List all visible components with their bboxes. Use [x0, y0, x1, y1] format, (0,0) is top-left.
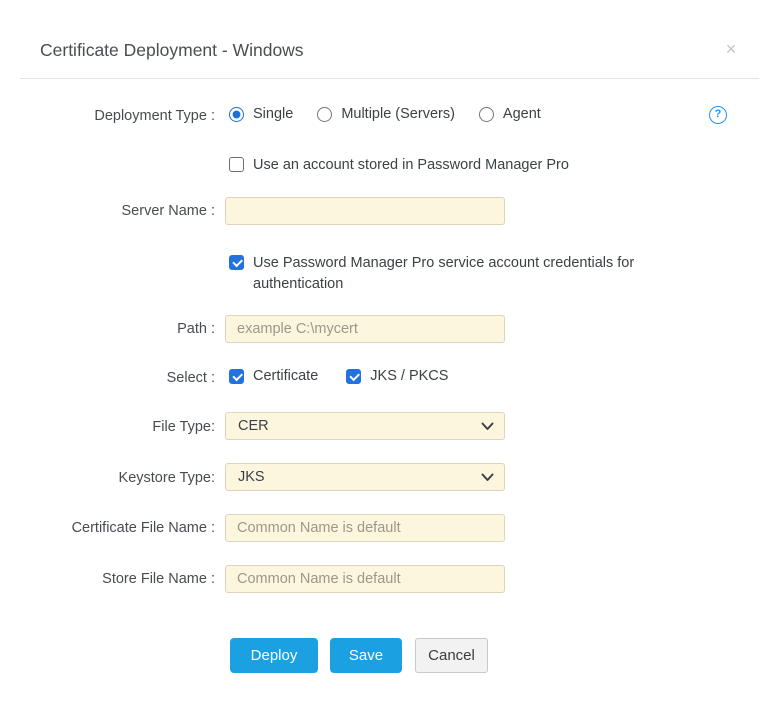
- checkbox-checked-icon[interactable]: [229, 369, 244, 384]
- radio-selected-icon[interactable]: [229, 107, 244, 122]
- select-label: Select :: [0, 370, 215, 386]
- server-name-label: Server Name :: [0, 203, 215, 219]
- radio-unselected-icon[interactable]: [317, 107, 332, 122]
- path-label: Path :: [0, 321, 215, 337]
- path-input[interactable]: [225, 315, 505, 343]
- certificate-file-name-input[interactable]: [225, 514, 505, 542]
- chevron-down-icon: [481, 422, 494, 431]
- service-account-checkbox-label[interactable]: Use Password Manager Pro service account…: [253, 253, 671, 295]
- keystore-type-value: JKS: [238, 469, 265, 485]
- jks-pkcs-checkbox-label[interactable]: JKS / PKCS: [370, 368, 448, 384]
- deploy-button[interactable]: Deploy: [230, 638, 318, 673]
- checkbox-checked-icon[interactable]: [346, 369, 361, 384]
- file-type-select[interactable]: CER: [225, 412, 505, 440]
- stored-account-checkbox-row[interactable]: Use an account stored in Password Manage…: [229, 155, 569, 176]
- radio-option-label[interactable]: Multiple (Servers): [341, 106, 455, 122]
- header-divider: [20, 78, 759, 79]
- cancel-button[interactable]: Cancel: [415, 638, 488, 673]
- certificate-file-name-label: Certificate File Name :: [0, 520, 215, 536]
- checkbox-unchecked-icon[interactable]: [229, 157, 244, 172]
- deployment-type-radio-group: Single Multiple (Servers) Agent: [229, 106, 541, 122]
- radio-option-label[interactable]: Single: [253, 106, 293, 122]
- store-file-name-input[interactable]: [225, 565, 505, 593]
- save-button[interactable]: Save: [330, 638, 402, 673]
- dialog-title: Certificate Deployment - Windows: [40, 40, 304, 61]
- certificate-deployment-dialog: Certificate Deployment - Windows × Deplo…: [0, 0, 779, 714]
- file-type-value: CER: [238, 418, 269, 434]
- select-checkbox-group: Certificate JKS / PKCS: [229, 368, 448, 384]
- deployment-type-label: Deployment Type :: [0, 108, 215, 124]
- help-icon[interactable]: ?: [709, 106, 727, 124]
- radio-option-multiple-servers[interactable]: Multiple (Servers): [317, 106, 455, 122]
- stored-account-checkbox-label[interactable]: Use an account stored in Password Manage…: [253, 155, 569, 176]
- certificate-checkbox-label[interactable]: Certificate: [253, 368, 318, 384]
- jks-pkcs-checkbox[interactable]: JKS / PKCS: [346, 368, 448, 384]
- radio-option-single[interactable]: Single: [229, 106, 293, 122]
- server-name-input[interactable]: [225, 197, 505, 225]
- keystore-type-label: Keystore Type:: [0, 470, 215, 486]
- chevron-down-icon: [481, 473, 494, 482]
- certificate-checkbox[interactable]: Certificate: [229, 368, 318, 384]
- checkbox-checked-icon[interactable]: [229, 255, 244, 270]
- radio-option-agent[interactable]: Agent: [479, 106, 541, 122]
- radio-unselected-icon[interactable]: [479, 107, 494, 122]
- keystore-type-select[interactable]: JKS: [225, 463, 505, 491]
- service-account-checkbox-row[interactable]: Use Password Manager Pro service account…: [229, 253, 671, 295]
- file-type-label: File Type:: [0, 419, 215, 435]
- store-file-name-label: Store File Name :: [0, 571, 215, 587]
- close-icon[interactable]: ×: [720, 38, 742, 60]
- radio-option-label[interactable]: Agent: [503, 106, 541, 122]
